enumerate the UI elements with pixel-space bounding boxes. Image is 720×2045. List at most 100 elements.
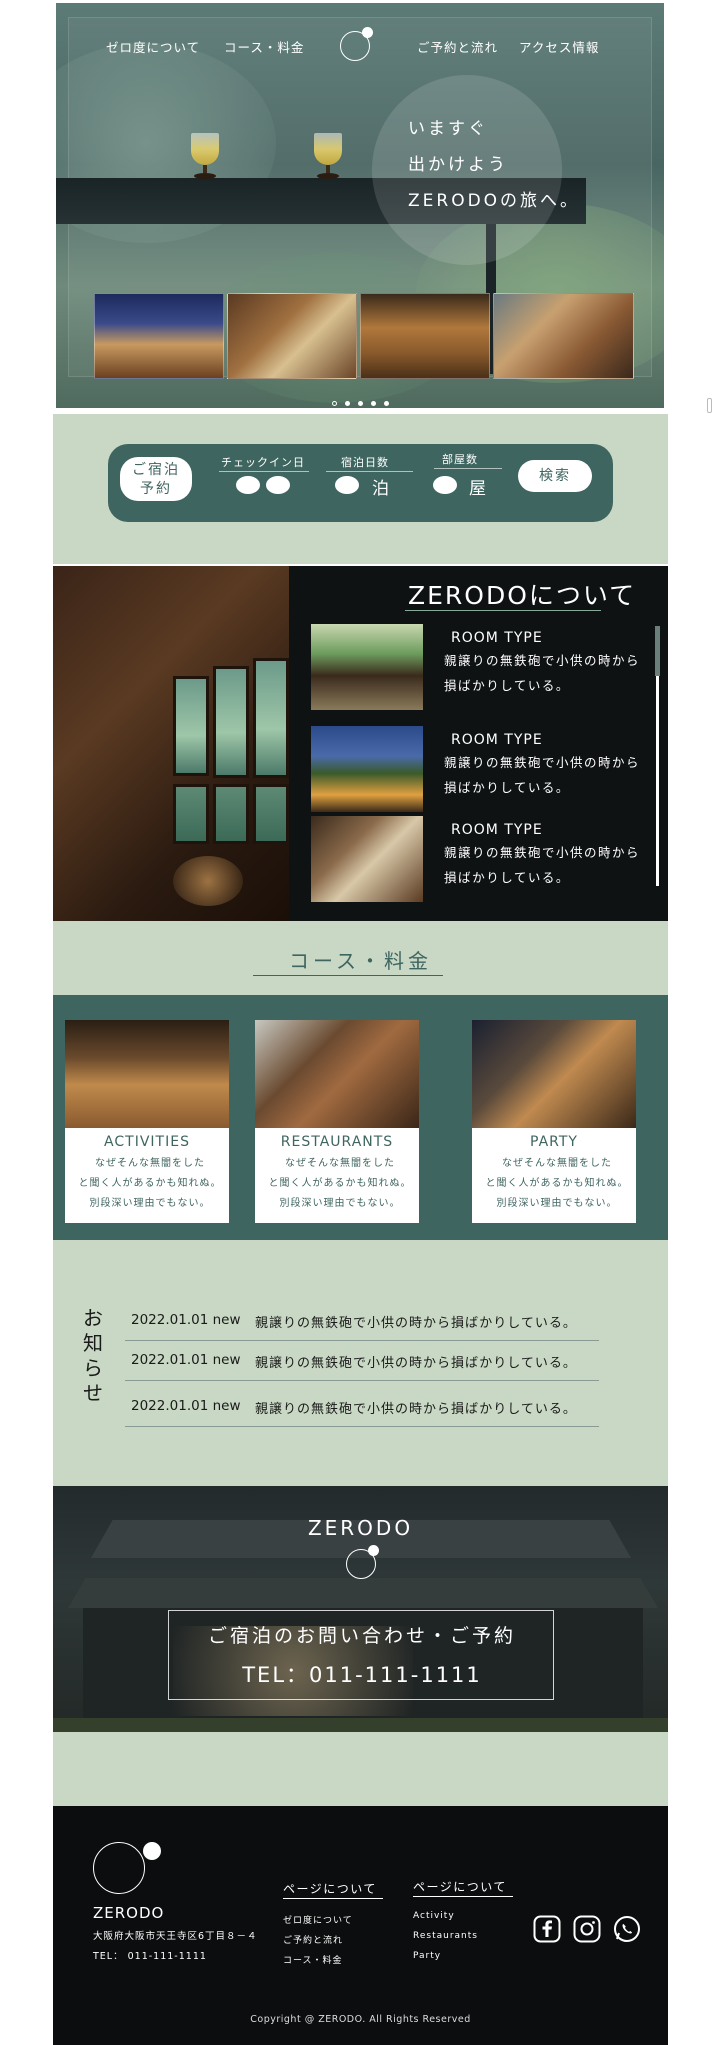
reserve-badge[interactable]: ご宿泊 予約 [120, 457, 192, 501]
carousel-dot[interactable] [331, 401, 337, 406]
card-title: PARTY [530, 1134, 578, 1150]
divider [219, 471, 309, 472]
card-desc-line: 別段深い理由でもない。 [279, 1198, 401, 1209]
hero-copy-line: 出かけよう [408, 155, 508, 175]
footer-col-title: ページについて [283, 1882, 377, 1896]
contact-heading: ご宿泊のお問い合わせ・ご予約 [207, 1625, 516, 1647]
room-image [311, 726, 423, 812]
copyright: Copyright @ ZERODO. All Rights Reserved [250, 2014, 471, 2025]
checkin-day-field[interactable] [266, 476, 290, 494]
contact-banner: ZERODO ご宿泊のお問い合わせ・ご予約 TEL：011-111-1111 [53, 1486, 668, 1732]
carousel-dot[interactable] [357, 401, 363, 406]
contact-box[interactable]: ご宿泊のお問い合わせ・ご予約 TEL：011-111-1111 [168, 1610, 554, 1700]
room-type: ROOM TYPE [451, 732, 543, 748]
thumbnail-image[interactable] [94, 293, 224, 379]
footer-link[interactable]: Party [413, 1951, 441, 1961]
rooms-label: 部屋数 [442, 453, 478, 466]
carousel-dot[interactable] [370, 401, 376, 406]
divider [125, 1426, 599, 1427]
nav-link-about[interactable]: ゼロ度について [106, 37, 200, 56]
course-title: コース・料金 [289, 949, 432, 973]
news-date: 2022.01.01 new [131, 1312, 241, 1328]
news-text: 親譲りの無鉄砲で小供の時から損ばかりしている。 [255, 1402, 577, 1417]
card-title: RESTAURANTS [280, 1134, 394, 1150]
nights-label: 宿泊日数 [341, 456, 389, 469]
nights-unit: 泊 [372, 479, 389, 499]
glass-image [191, 133, 219, 181]
footer-link[interactable]: Activity [413, 1911, 455, 1921]
news-text: 親譲りの無鉄砲で小供の時から損ばかりしている。 [255, 1316, 577, 1331]
rooms-unit: 屋 [469, 479, 486, 499]
hedge [53, 1718, 668, 1732]
contact-brand: ZERODO [307, 1516, 414, 1540]
nav-link-course[interactable]: コース・料金 [224, 37, 304, 56]
course-card-party[interactable]: PARTY なぜそんな無闇をした と聞く人があるかも知れぬ。 別段深い理由でもな… [472, 1020, 636, 1223]
booking-section: ご宿泊 予約 チェックイン日 宿泊日数 泊 部屋数 屋 検索 [53, 414, 668, 564]
instagram-icon[interactable] [573, 1915, 601, 1943]
carousel-dot[interactable] [383, 401, 389, 406]
divider [253, 975, 443, 976]
footer-link[interactable]: ご予約と流れ [283, 1933, 343, 1946]
carousel-dots [56, 391, 664, 408]
footer-col-title: ページについて [413, 1880, 507, 1894]
building-roof [68, 1578, 658, 1608]
card-desc: なぜそんな無闇をした と聞く人があるかも知れぬ。 別段深い理由でもない。 [265, 1154, 415, 1214]
divider [326, 471, 413, 472]
hero-section: ゼロ度について コース・料金 ご予約と流れ アクセス情報 いますぐ 出かけよう … [56, 3, 664, 408]
logo-icon[interactable] [93, 1834, 163, 1894]
about-photo [53, 566, 289, 921]
room-item[interactable]: ROOM TYPE 親譲りの無鉄砲で小供の時から損ばかりしている。 [311, 624, 639, 710]
card-desc: なぜそんな無闇をした と聞く人があるかも知れぬ。 別段深い理由でもない。 [482, 1154, 632, 1214]
section-spacer [53, 1732, 668, 1806]
nav-link-reserve[interactable]: ご予約と流れ [417, 37, 498, 56]
about-title: ZERODOについて [408, 581, 637, 610]
hero-copy-line: ZERODOの旅へ。 [408, 191, 581, 211]
card-desc-line: 別段深い理由でもない。 [496, 1198, 618, 1209]
thumbnail-image[interactable] [493, 293, 634, 379]
footer-link[interactable]: Restaurants [413, 1931, 478, 1941]
card-desc-line: と聞く人があるかも知れぬ。 [78, 1178, 222, 1189]
reserve-badge-label: 予約 [140, 481, 172, 497]
scrollbar-thumb[interactable] [655, 626, 660, 676]
news-date: 2022.01.01 new [131, 1352, 241, 1368]
news-text: 親譲りの無鉄砲で小供の時から損ばかりしている。 [255, 1356, 577, 1371]
room-image [311, 816, 423, 902]
logo-icon [346, 1545, 382, 1581]
card-desc-line: なぜそんな無闇をした [285, 1158, 395, 1169]
checkin-month-field[interactable] [236, 476, 260, 494]
card-desc-line: と聞く人があるかも知れぬ。 [268, 1178, 412, 1189]
room-item[interactable]: ROOM TYPE 親譲りの無鉄砲で小供の時から損ばかりしている。 [311, 726, 639, 812]
course-card-activities[interactable]: ACTIVITIES なぜそんな無闇をした と聞く人があるかも知れぬ。 別段深い… [65, 1020, 229, 1223]
course-header: コース・料金 [53, 921, 668, 995]
news-item[interactable]: 2022.01.01 new 親譲りの無鉄砲で小供の時から損ばかりしている。 [125, 1300, 599, 1344]
rooms-field[interactable] [433, 476, 457, 494]
news-item[interactable]: 2022.01.01 new 親譲りの無鉄砲で小供の時から損ばかりしている。 [125, 1386, 599, 1430]
course-card-restaurants[interactable]: RESTAURANTS なぜそんな無闇をした と聞く人があるかも知れぬ。 別段深… [255, 1020, 419, 1223]
nav-link-access[interactable]: アクセス情報 [519, 37, 599, 56]
room-item[interactable]: ROOM TYPE 親譲りの無鉄砲で小供の時から損ばかりしている。 [311, 816, 639, 902]
footer-link[interactable]: ゼロ度について [283, 1913, 353, 1926]
nights-field[interactable] [335, 476, 359, 494]
contact-phone[interactable]: TEL：011-111-1111 [169, 1659, 555, 1689]
glass-image [314, 133, 342, 181]
footer-link[interactable]: コース・料金 [283, 1953, 343, 1966]
news-section: お知らせ 2022.01.01 new 親譲りの無鉄砲で小供の時から損ばかりして… [53, 1240, 668, 1486]
thumbnail-image[interactable] [360, 293, 490, 379]
hero-copy: いますぐ 出かけよう ZERODOの旅へ。 [408, 111, 580, 219]
whatsapp-icon[interactable] [613, 1915, 641, 1943]
logo-icon[interactable] [340, 27, 376, 63]
card-desc-line: と聞く人があるかも知れぬ。 [485, 1178, 629, 1189]
news-item[interactable]: 2022.01.01 new 親譲りの無鉄砲で小供の時から損ばかりしている。 [125, 1340, 599, 1384]
card-image [65, 1020, 229, 1128]
card-image [255, 1020, 419, 1128]
footer-tel: TEL： 011-111-1111 [93, 1951, 207, 1962]
room-desc: 親譲りの無鉄砲で小供の時から損ばかりしている。 [444, 653, 641, 693]
global-nav: ゼロ度について コース・料金 ご予約と流れ アクセス情報 [56, 27, 664, 61]
hero-thumbnail-strip [94, 293, 634, 379]
carousel-dot[interactable] [344, 401, 350, 406]
thumbnail-image[interactable] [227, 293, 357, 379]
card-desc-line: なぜそんな無闇をした [502, 1158, 612, 1169]
facebook-icon[interactable] [533, 1915, 561, 1943]
room-desc: 親譲りの無鉄砲で小供の時から損ばかりしている。 [444, 845, 641, 885]
search-button[interactable]: 検索 [518, 460, 592, 492]
